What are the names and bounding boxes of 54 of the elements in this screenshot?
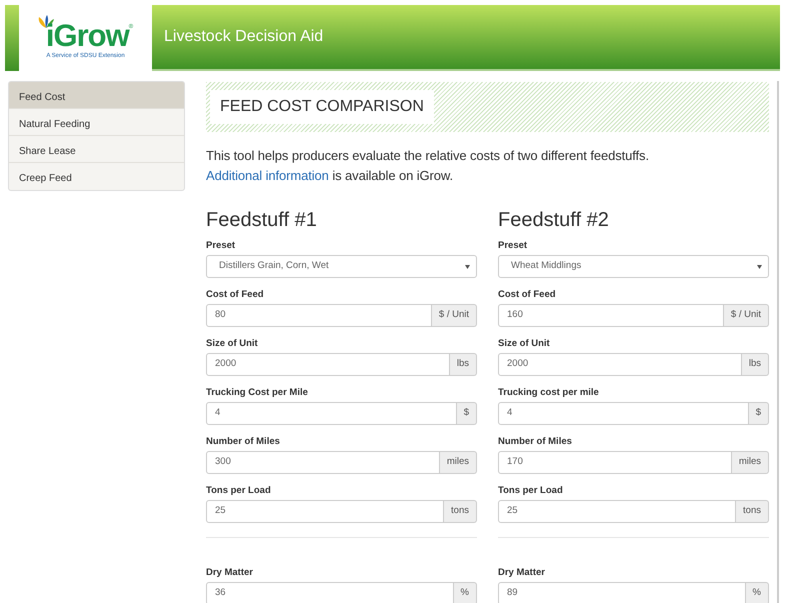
field-label: Cost of Feed	[206, 288, 265, 301]
header-strip	[5, 5, 19, 71]
field-label: Preset	[206, 239, 236, 252]
field-label: Trucking Cost per Mile	[206, 386, 309, 399]
logo-text: iGrow	[46, 20, 129, 51]
unit-addon: %	[746, 582, 769, 603]
field-label: Size of Unit	[498, 337, 551, 350]
unit-addon: miles	[440, 451, 477, 474]
input-field[interactable]: 25	[206, 500, 444, 523]
input-field[interactable]: 80	[206, 304, 432, 327]
input-field[interactable]: 300	[206, 451, 440, 474]
sidebar-item[interactable]: Feed Cost	[9, 82, 184, 109]
app-title-banner: Livestock Decision Aid	[152, 5, 780, 71]
unit-addon: $ / Unit	[724, 304, 769, 327]
unit-addon: $	[748, 402, 769, 425]
sidebar-item[interactable]: Natural Feeding	[9, 109, 184, 136]
field-label: Dry Matter	[206, 566, 254, 579]
input-field[interactable]: 89	[498, 582, 746, 603]
input-field[interactable]: 36	[206, 582, 454, 603]
input-field[interactable]: 160	[498, 304, 724, 327]
field-label: Cost of Feed	[498, 288, 557, 301]
column-heading: Feedstuff #1	[206, 208, 318, 232]
unit-addon: lbs	[742, 353, 769, 376]
field-label: Preset	[498, 239, 528, 252]
intro-paragraph: This tool helps producers evaluate the relative costs of two different feedstuffs. Additional information is available on iGrow.	[206, 147, 650, 185]
caret-icon	[465, 264, 470, 268]
preset-select[interactable]: Wheat Middlings	[498, 255, 769, 278]
field-label: Number of Miles	[498, 435, 573, 448]
column-heading: Feedstuff #2	[498, 208, 610, 232]
sidebar-item[interactable]: Creep Feed	[9, 163, 184, 190]
input-field[interactable]: 2000	[498, 353, 742, 376]
field-label: Number of Miles	[206, 435, 281, 448]
input-field[interactable]: 25	[498, 500, 736, 523]
input-field[interactable]: 2000	[206, 353, 450, 376]
unit-addon: tons	[444, 500, 477, 523]
unit-addon: tons	[736, 500, 769, 523]
unit-addon: %	[454, 582, 477, 603]
field-label: Tons per Load	[206, 484, 272, 497]
caret-icon	[757, 264, 762, 268]
unit-addon: $	[456, 402, 477, 425]
input-field[interactable]: 4	[206, 402, 457, 425]
unit-addon: miles	[732, 451, 769, 474]
input-field[interactable]: 170	[498, 451, 732, 474]
sidebar-item[interactable]: Share Lease	[9, 136, 184, 163]
field-label: Tons per Load	[498, 484, 564, 497]
field-label: Dry Matter	[498, 566, 546, 579]
field-label: Size of Unit	[206, 337, 259, 350]
info-link[interactable]: Additional information	[206, 168, 329, 183]
unit-addon: lbs	[450, 353, 477, 376]
field-label: Trucking cost per mile	[498, 386, 600, 399]
input-field[interactable]: 4	[498, 402, 749, 425]
preset-select[interactable]: Distillers Grain, Corn, Wet	[206, 255, 477, 278]
unit-addon: $ / Unit	[432, 304, 477, 327]
section-title: FEED COST COMPARISON	[210, 90, 434, 124]
